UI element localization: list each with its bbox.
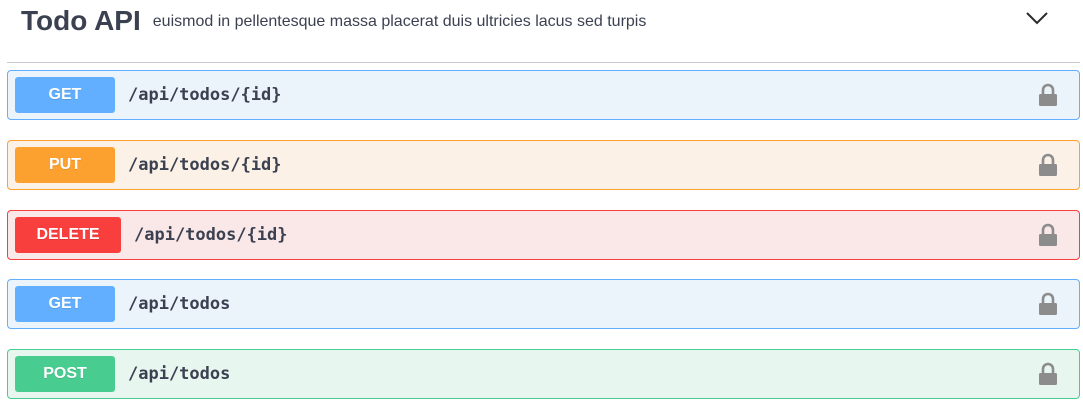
method-badge: POST — [15, 356, 115, 392]
tag-title: Todo API — [21, 5, 141, 36]
operation-get-todos[interactable]: GET /api/todos — [7, 279, 1080, 329]
operation-path: /api/todos/{id} — [134, 225, 288, 245]
operation-path: /api/todos/{id} — [128, 155, 282, 175]
operation-path: /api/todos/{id} — [128, 85, 282, 105]
chevron-down-icon[interactable] — [1024, 8, 1050, 28]
lock-icon[interactable] — [1037, 292, 1059, 316]
tag-section-header[interactable]: Todo API euismod in pellentesque massa p… — [7, 0, 1080, 63]
method-badge: DELETE — [15, 217, 121, 253]
method-badge: PUT — [15, 147, 115, 183]
lock-icon[interactable] — [1037, 362, 1059, 386]
lock-icon[interactable] — [1037, 83, 1059, 107]
lock-icon[interactable] — [1037, 223, 1059, 247]
swagger-page: Todo API euismod in pellentesque massa p… — [0, 0, 1083, 402]
method-badge: GET — [15, 77, 115, 113]
lock-icon[interactable] — [1037, 153, 1059, 177]
operation-path: /api/todos — [128, 364, 231, 384]
method-badge: GET — [15, 286, 115, 322]
operation-put-todo-by-id[interactable]: PUT /api/todos/{id} — [7, 140, 1080, 190]
operation-delete-todo-by-id[interactable]: DELETE /api/todos/{id} — [7, 210, 1080, 260]
operation-get-todo-by-id[interactable]: GET /api/todos/{id} — [7, 70, 1080, 120]
tag-description: euismod in pellentesque massa placerat d… — [152, 13, 647, 30]
operation-post-todos[interactable]: POST /api/todos — [7, 349, 1080, 399]
operation-path: /api/todos — [128, 294, 231, 314]
